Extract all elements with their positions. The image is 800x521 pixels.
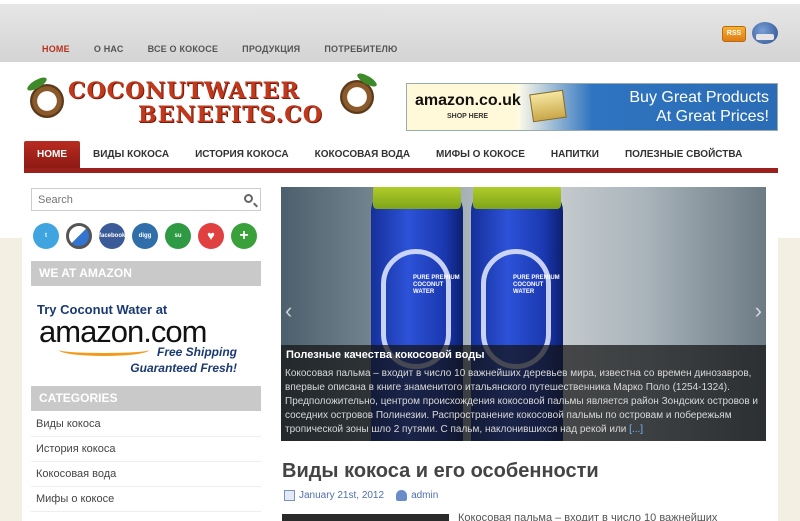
slider-prev-icon[interactable]: ‹: [285, 300, 307, 322]
favorite-icon[interactable]: ♥: [198, 223, 224, 249]
book-icon: [529, 89, 567, 123]
rss-icon[interactable]: RSS: [722, 26, 746, 42]
site-header: COCONUTWATER BENEFITS.CO amazon.co.uk SH…: [0, 62, 800, 142]
nav-item-benefits[interactable]: ПОЛЕЗНЫЕ СВОЙСТВА: [612, 141, 755, 168]
add-icon[interactable]: +: [231, 223, 257, 249]
bottle-label: PURE PREMIUM COCONUT WATER: [413, 275, 460, 295]
ad-message-line-2: At Great Prices!: [656, 108, 769, 125]
nav-item-coconut-types[interactable]: ВИДЫ КОКОСА: [80, 141, 182, 168]
nav-item-coconut-history[interactable]: ИСТОРИЯ КОКОСА: [182, 141, 302, 168]
facebook-icon[interactable]: facebook: [99, 223, 125, 249]
post-author[interactable]: admin: [411, 490, 438, 501]
nav-item-coconut-myths[interactable]: МИФЫ О КОКОСЕ: [423, 141, 538, 168]
bottle-cap: [473, 187, 561, 209]
category-item[interactable]: Кокосовая вода: [31, 462, 261, 487]
search-box: [31, 188, 261, 211]
ad-message-line-1: Buy Great Products: [629, 89, 769, 106]
promo-line-3: Free Shipping: [156, 345, 237, 359]
nav-item-home[interactable]: HOME: [24, 141, 80, 168]
category-item[interactable]: История кокоса: [31, 437, 261, 462]
category-item[interactable]: Мифы о кокосе: [31, 487, 261, 512]
social-icons: t facebook digg su ♥ +: [33, 223, 257, 249]
widget-title-categories: CATEGORIES: [31, 386, 261, 411]
top-nav: HOME О НАС ВСЕ О КОКОСЕ ПРОДУКЦИЯ ПОТРЕБ…: [30, 44, 410, 54]
post-date: January 21st, 2012: [299, 490, 385, 501]
category-item[interactable]: Виды кокоса: [31, 412, 261, 437]
amazon-shop-here: SHOP HERE: [447, 113, 489, 120]
site-logo[interactable]: COCONUTWATER BENEFITS.CO: [25, 71, 386, 132]
amazon-logo-box: amazon.co.uk SHOP HERE: [407, 84, 521, 130]
search-input[interactable]: [32, 189, 232, 210]
slider-caption: Полезные качества кокосовой воды Кокосов…: [281, 345, 766, 441]
slider-caption-body: Кокосовая пальма – входит в число 10 важ…: [285, 368, 759, 435]
amazon-logo-text: amazon.co.uk: [415, 92, 521, 109]
logo-line-2: BENEFITS.CO: [138, 102, 323, 128]
post-title[interactable]: Виды кокоса и его особенности: [282, 460, 599, 483]
feedburner-icon[interactable]: [752, 22, 778, 44]
user-icon: [396, 490, 408, 501]
post-excerpt: Кокосовая пальма – входит в число 10 важ…: [458, 512, 718, 521]
amazon-promo[interactable]: Try Coconut Water at amazon.com Free Shi…: [37, 300, 257, 380]
post-thumbnail[interactable]: [282, 514, 449, 521]
twitter-icon[interactable]: t: [33, 223, 59, 249]
amazon-smile-icon: [59, 344, 149, 356]
slider-caption-text: Кокосовая пальма – входит в число 10 важ…: [285, 367, 762, 437]
slider-next-icon[interactable]: ›: [740, 300, 762, 322]
top-nav-products[interactable]: ПРОДУКЦИЯ: [230, 44, 312, 54]
slider-caption-title[interactable]: Полезные качества кокосовой воды: [286, 349, 762, 361]
main-nav: HOME ВИДЫ КОКОСА ИСТОРИЯ КОКОСА КОКОСОВА…: [24, 141, 778, 173]
read-more-link[interactable]: [...]: [629, 424, 643, 435]
ad-message: Buy Great Products At Great Prices!: [629, 88, 769, 126]
bottle-cap: [373, 187, 461, 209]
search-icon[interactable]: [244, 194, 253, 203]
promo-line-4: Guaranteed Fresh!: [130, 361, 237, 375]
nav-item-coconut-water[interactable]: КОКОСОВАЯ ВОДА: [302, 141, 423, 168]
top-bar: HOME О НАС ВСЕ О КОКОСЕ ПРОДУКЦИЯ ПОТРЕБ…: [0, 0, 800, 62]
nav-item-drinks[interactable]: НАПИТКИ: [538, 141, 612, 168]
digg-icon[interactable]: digg: [132, 223, 158, 249]
category-list: Виды кокоса История кокоса Кокосовая вод…: [31, 412, 261, 512]
top-nav-home[interactable]: HOME: [30, 44, 82, 54]
calendar-icon: [284, 490, 295, 501]
bottle-label: PURE PREMIUM COCONUT WATER: [513, 275, 560, 295]
logo-line-1: COCONUTWATER: [68, 78, 300, 104]
featured-slider[interactable]: PURE PREMIUM COCONUT WATER PURE PREMIUM …: [281, 187, 766, 441]
top-nav-consumer[interactable]: ПОТРЕБИТЕЛЮ: [312, 44, 409, 54]
top-nav-about[interactable]: О НАС: [82, 44, 136, 54]
delicious-icon[interactable]: [66, 223, 92, 249]
widget-title-amazon: WE AT AMAZON: [31, 261, 261, 286]
stumbleupon-icon[interactable]: su: [165, 223, 191, 249]
amazon-banner-ad[interactable]: amazon.co.uk SHOP HERE Buy Great Product…: [406, 83, 778, 131]
post-meta: January 21st, 2012 admin: [284, 490, 438, 501]
top-nav-all-about-coconut[interactable]: ВСЕ О КОКОСЕ: [136, 44, 231, 54]
